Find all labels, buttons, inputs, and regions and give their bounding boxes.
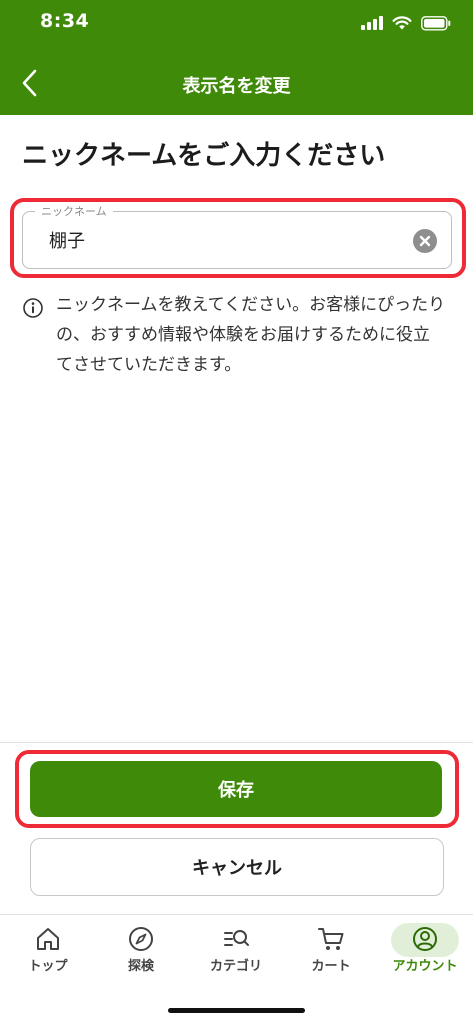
nickname-field[interactable]: ニックネーム <box>22 203 452 269</box>
nickname-field-label: ニックネーム <box>35 203 113 219</box>
save-button[interactable]: 保存 <box>30 761 442 817</box>
tab-label: トップ <box>28 959 68 974</box>
battery-icon <box>421 15 451 31</box>
info-icon <box>23 298 43 318</box>
tab-account[interactable]: アカウント <box>385 919 465 981</box>
cart-icon <box>318 928 344 950</box>
tab-top[interactable]: トップ <box>8 919 88 981</box>
tab-cart[interactable]: カート <box>291 919 371 981</box>
close-icon <box>419 235 431 247</box>
tab-label: カート <box>311 959 351 974</box>
status-time: 8:34 <box>40 10 90 32</box>
category-search-icon <box>224 930 249 946</box>
cancel-button[interactable]: キャンセル <box>30 838 444 896</box>
compass-icon <box>129 927 153 951</box>
tab-label: カテゴリ <box>209 959 262 974</box>
header-bar: 8:34 表示名を変更 <box>0 0 473 115</box>
tab-category[interactable]: カテゴリ <box>196 919 276 981</box>
account-icon <box>413 927 437 951</box>
nickname-input[interactable] <box>49 226 389 254</box>
tab-label: 探検 <box>127 959 154 974</box>
tab-explore[interactable]: 探検 <box>101 919 181 981</box>
wifi-icon <box>392 15 412 29</box>
signal-icon <box>361 16 383 30</box>
home-icon <box>37 928 59 950</box>
home-indicator <box>168 1008 305 1013</box>
page-heading: ニックネームをご入力ください <box>22 141 386 171</box>
clear-input-button[interactable] <box>413 229 437 253</box>
divider <box>0 742 473 743</box>
page-title: 表示名を変更 <box>182 76 291 97</box>
nickname-help-text: ニックネームを教えてください。お客様にぴったりの、おすすめ情報や体験をお届けする… <box>56 295 446 375</box>
status-icons <box>361 13 451 33</box>
tab-label: アカウント <box>392 959 458 974</box>
